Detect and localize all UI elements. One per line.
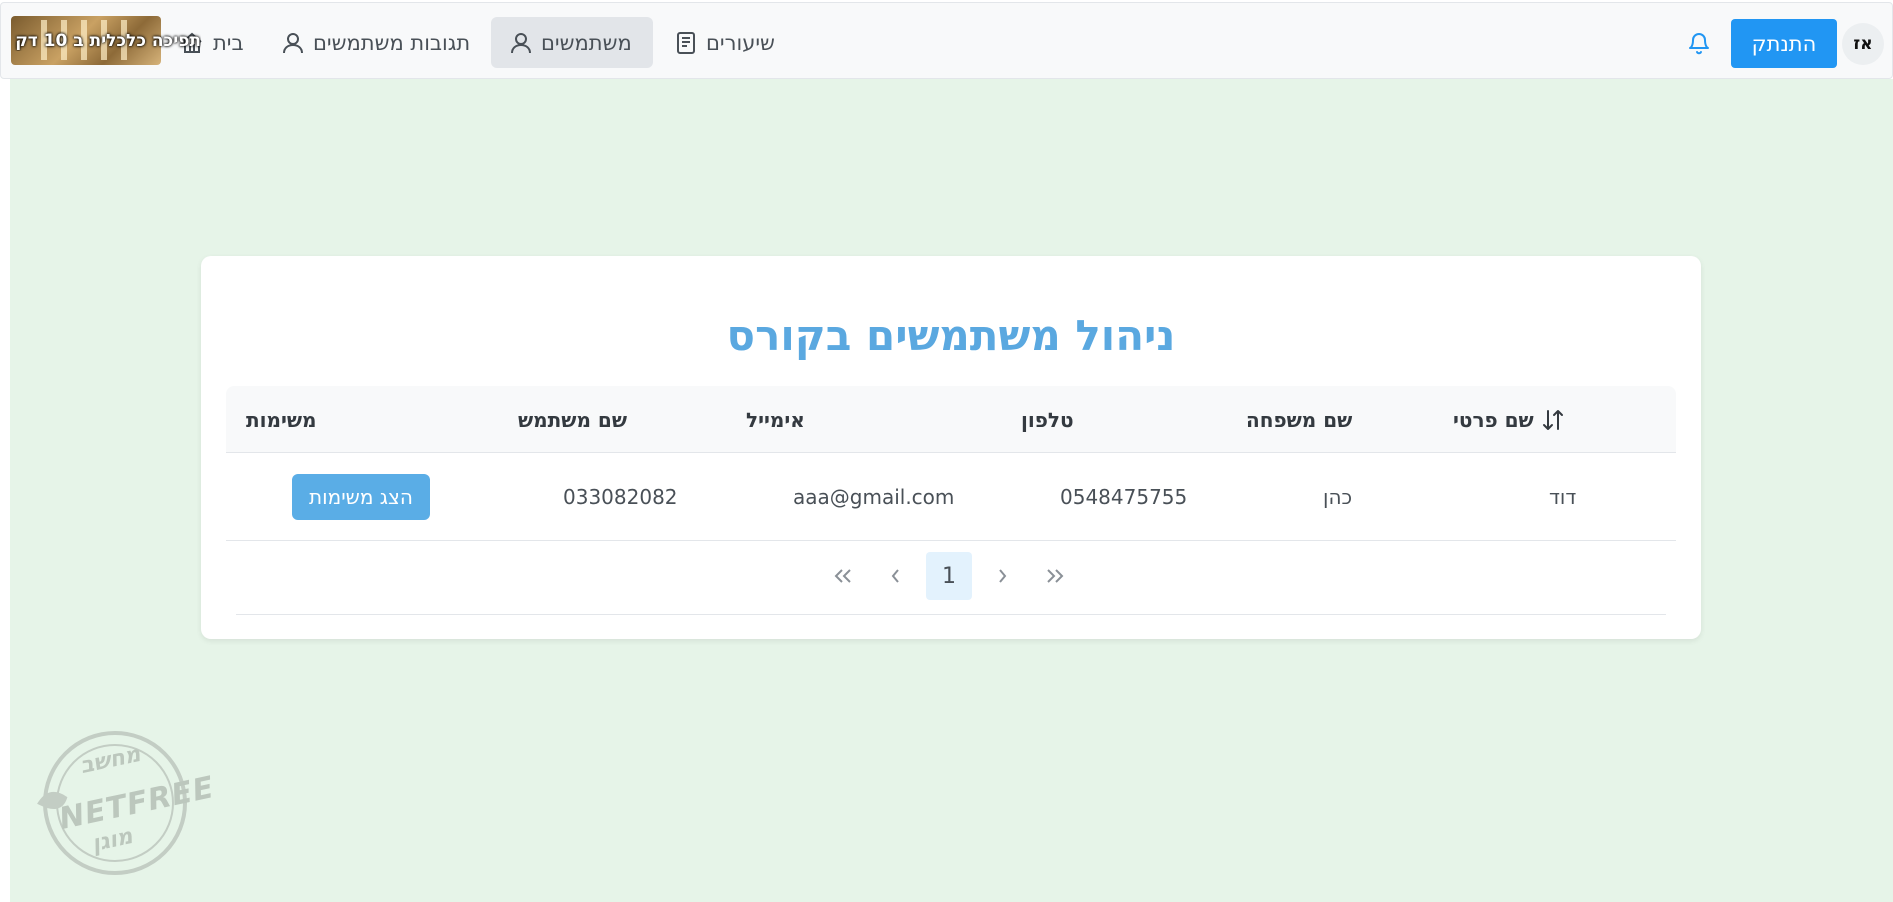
book-icon [677,31,695,54]
user-icon [283,32,303,53]
column-tasks[interactable]: משימות [246,386,317,453]
cell-first-name: דוד [1549,485,1577,509]
user-icon [511,32,531,53]
double-chevron-right-icon[interactable] [1032,552,1078,600]
pagination-divider [236,614,1666,615]
page-title: ניהול משתמשים בקורס [726,311,1176,360]
nav-home-label: בית [213,30,244,55]
nav-lessons-label: שיעורים [706,30,775,55]
column-first-name[interactable]: שם פרטי [1453,386,1564,453]
nav-user-comments[interactable]: תגובות משתמשים [263,17,488,68]
nav-user-comments-label: תגובות משתמשים [313,30,471,55]
sort-arrows-icon[interactable] [1542,408,1564,432]
top-navbar: אז התנתק שיעורים משתמשים תגובות משתמשים [0,2,1893,79]
column-last-name[interactable]: שם משפחה [1246,386,1352,453]
column-email[interactable]: אימייל [746,386,805,453]
double-chevron-left-icon[interactable] [820,552,866,600]
bell-icon[interactable] [1686,30,1712,56]
cell-phone: 0548475755 [1060,485,1188,509]
page-number-button[interactable]: 1 [926,552,972,600]
avatar[interactable]: אז [1842,23,1884,65]
chevron-right-icon[interactable] [979,552,1025,600]
nav-lessons[interactable]: שיעורים [656,17,782,68]
nav-users[interactable]: משתמשים [491,17,653,68]
table-header: שם פרטי שם משפחה טלפון אימייל שם משתמש מ… [226,386,1676,453]
table-row: דוד כהן 0548475755 aaa@gmail.com 0330820… [226,453,1676,541]
netfree-watermark: מחשב NETFREE מוגן [30,728,218,878]
column-username[interactable]: שם משתמש [518,386,627,453]
logout-button[interactable]: התנתק [1731,19,1837,68]
chevron-left-icon[interactable] [873,552,919,600]
nav-users-label: משתמשים [541,30,632,55]
cell-username: 033082082 [563,485,678,509]
cell-last-name: כהן [1323,485,1353,509]
column-phone[interactable]: טלפון [1021,386,1074,453]
show-tasks-button[interactable]: הצג משימות [292,474,430,520]
first-name-header-label: שם פרטי [1453,407,1534,432]
users-card: ניהול משתמשים בקורס שם פרטי שם משפחה טלפ… [201,256,1701,639]
pagination: 1 [201,552,1701,600]
promo-text: תפיכה כלכלית ב 10 דק [15,31,201,51]
cell-email: aaa@gmail.com [793,485,955,509]
